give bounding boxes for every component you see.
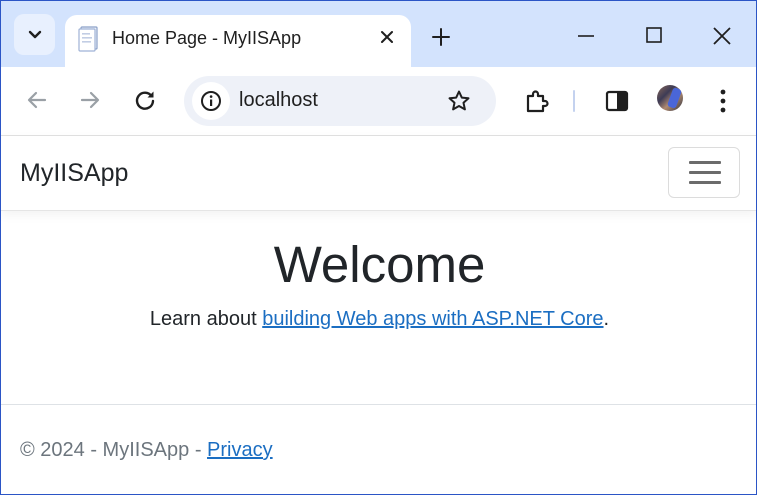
toolbar-separator [573, 90, 575, 112]
minimize-icon[interactable] [577, 27, 595, 45]
active-tab[interactable]: Home Page - MyIISApp [65, 15, 411, 67]
site-info-button[interactable] [192, 82, 230, 120]
arrow-left-icon[interactable] [26, 89, 48, 111]
navbar-brand[interactable]: MyIISApp [20, 159, 128, 188]
browser-toolbar: localhost [1, 67, 756, 135]
address-bar[interactable]: localhost [184, 76, 496, 126]
close-window-icon[interactable] [713, 27, 731, 45]
reload-icon[interactable] [134, 89, 156, 111]
plus-icon[interactable] [432, 28, 450, 46]
star-icon[interactable] [447, 89, 471, 113]
url-text[interactable]: localhost [239, 89, 318, 112]
tab-title: Home Page - MyIISApp [112, 28, 302, 48]
page-icon [78, 26, 98, 52]
navbar-toggler-button[interactable] [668, 147, 740, 198]
footer-divider [1, 404, 756, 405]
browser-window: Home Page - MyIISApp localhost MyIISApp … [0, 0, 757, 495]
footer: © 2024 - MyIISApp - Privacy [20, 439, 273, 462]
avatar[interactable] [657, 85, 683, 111]
kebab-menu-icon[interactable] [720, 89, 726, 113]
tab-search-button[interactable] [14, 14, 55, 55]
site-navbar: MyIISApp [1, 136, 756, 211]
puzzle-icon[interactable] [524, 88, 550, 114]
page-heading: Welcome [273, 236, 486, 293]
info-icon [201, 91, 221, 111]
privacy-link[interactable]: Privacy [207, 439, 273, 461]
learn-text: Learn about building Web apps with ASP.N… [1, 308, 756, 331]
maximize-icon[interactable] [646, 27, 662, 43]
aspnet-docs-link[interactable]: building Web apps with ASP.NET Core [262, 308, 603, 330]
close-icon[interactable] [379, 29, 395, 45]
side-panel-icon[interactable] [605, 89, 629, 113]
chevron-down-icon [28, 30, 41, 38]
tab-strip: Home Page - MyIISApp [1, 1, 756, 67]
learn-text-suffix: . [603, 308, 610, 330]
footer-copyright: © 2024 - MyIISApp - [20, 439, 208, 461]
learn-text-prefix: Learn about [149, 308, 263, 330]
arrow-right-icon[interactable] [79, 89, 101, 111]
